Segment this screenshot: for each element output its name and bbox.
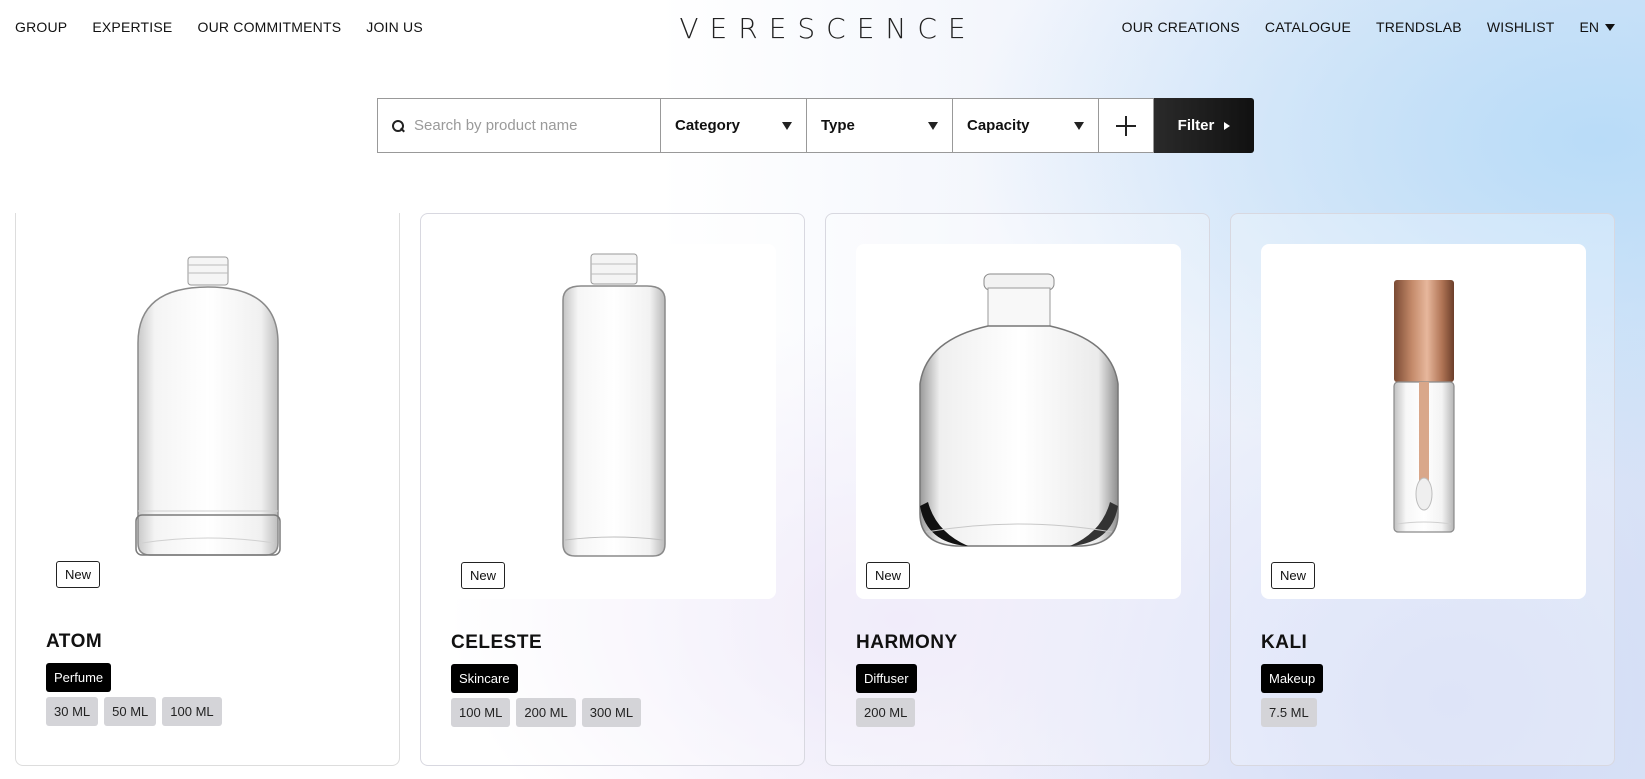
product-card-celeste[interactable]: New CELESTE Skincare 100 ML 200 ML 300 M… [420, 213, 805, 766]
search-icon [392, 119, 404, 132]
search-input[interactable] [414, 117, 654, 134]
capacity-list: 200 ML [856, 698, 916, 727]
product-search-bar: Category Type Capacity Filter [377, 98, 1254, 153]
plus-icon [1116, 115, 1136, 136]
product-image[interactable]: New [856, 244, 1181, 599]
product-card-kali[interactable]: New KALI Makeup 7.5 ML [1230, 213, 1615, 766]
filter-button-label: Filter [1177, 117, 1215, 134]
type-dropdown-label: Type [821, 117, 855, 134]
triangle-down-icon [1074, 121, 1084, 130]
capacity-list: 7.5 ML [1261, 698, 1317, 727]
triangle-down-icon [928, 121, 938, 130]
nav-wishlist[interactable]: WISHLIST [1487, 19, 1555, 35]
capacity-list: 100 ML 200 ML 300 ML [451, 698, 642, 727]
secondary-nav: OUR CREATIONS CATALOGUE TRENDSLAB WISHLI… [1122, 19, 1615, 35]
category-tag: Skincare [451, 664, 518, 693]
search-field[interactable] [377, 98, 661, 153]
product-card-harmony[interactable]: New HARMONY Diffuser 200 ML [825, 213, 1210, 766]
atom-bottle-image [135, 256, 281, 556]
triangle-right-icon [1224, 121, 1231, 130]
capacity-tag: 7.5 ML [1261, 698, 1317, 727]
capacity-tag: 50 ML [104, 697, 157, 726]
filter-button[interactable]: Filter [1154, 98, 1254, 153]
nav-catalogue[interactable]: CATALOGUE [1265, 19, 1351, 35]
nav-our-creations[interactable]: OUR CREATIONS [1122, 19, 1240, 35]
capacity-list: 30 ML 50 ML 100 ML [46, 697, 222, 726]
new-badge: New [866, 562, 911, 589]
new-badge: New [56, 561, 101, 588]
kali-bottle-image [1393, 280, 1455, 533]
capacity-tag: 30 ML [46, 697, 99, 726]
site-header: GROUP EXPERTISE OUR COMMITMENTS JOIN US … [0, 0, 1645, 56]
capacity-tag: 100 ML [451, 698, 511, 727]
capacity-tag: 100 ML [162, 697, 222, 726]
capacity-dropdown[interactable]: Capacity [953, 98, 1099, 153]
add-filter-button[interactable] [1099, 98, 1154, 153]
category-dropdown-label: Category [675, 117, 741, 134]
category-tag: Perfume [46, 663, 112, 692]
category-tag: Diffuser [856, 664, 917, 693]
product-name[interactable]: CELESTE [451, 632, 542, 654]
type-dropdown[interactable]: Type [807, 98, 953, 153]
capacity-tag: 200 ML [516, 698, 576, 727]
category-tag: Makeup [1261, 664, 1324, 693]
new-badge: New [461, 562, 506, 589]
harmony-bottle-image [919, 273, 1119, 547]
triangle-down-icon [1605, 23, 1615, 31]
language-selector[interactable]: EN [1580, 19, 1615, 35]
product-name[interactable]: KALI [1261, 632, 1307, 654]
triangle-down-icon [782, 121, 792, 130]
nav-trendslab[interactable]: TRENDSLAB [1376, 19, 1462, 35]
product-image[interactable]: New [46, 243, 371, 598]
capacity-tag: 200 ML [856, 698, 916, 727]
celeste-bottle-image [562, 253, 666, 557]
product-image[interactable]: New [451, 244, 776, 599]
brand-logo-text[interactable]: VERESCENCE [668, 12, 976, 45]
new-badge: New [1271, 562, 1316, 589]
capacity-dropdown-label: Capacity [967, 117, 1030, 134]
product-card-atom[interactable]: New ATOM Perfume 30 ML 50 ML 100 ML [15, 213, 400, 766]
language-label: EN [1579, 19, 1599, 35]
category-dropdown[interactable]: Category [661, 98, 807, 153]
capacity-tag: 300 ML [581, 698, 642, 727]
product-image[interactable]: New [1261, 244, 1586, 599]
product-name[interactable]: HARMONY [856, 632, 958, 654]
product-name[interactable]: ATOM [46, 631, 102, 653]
